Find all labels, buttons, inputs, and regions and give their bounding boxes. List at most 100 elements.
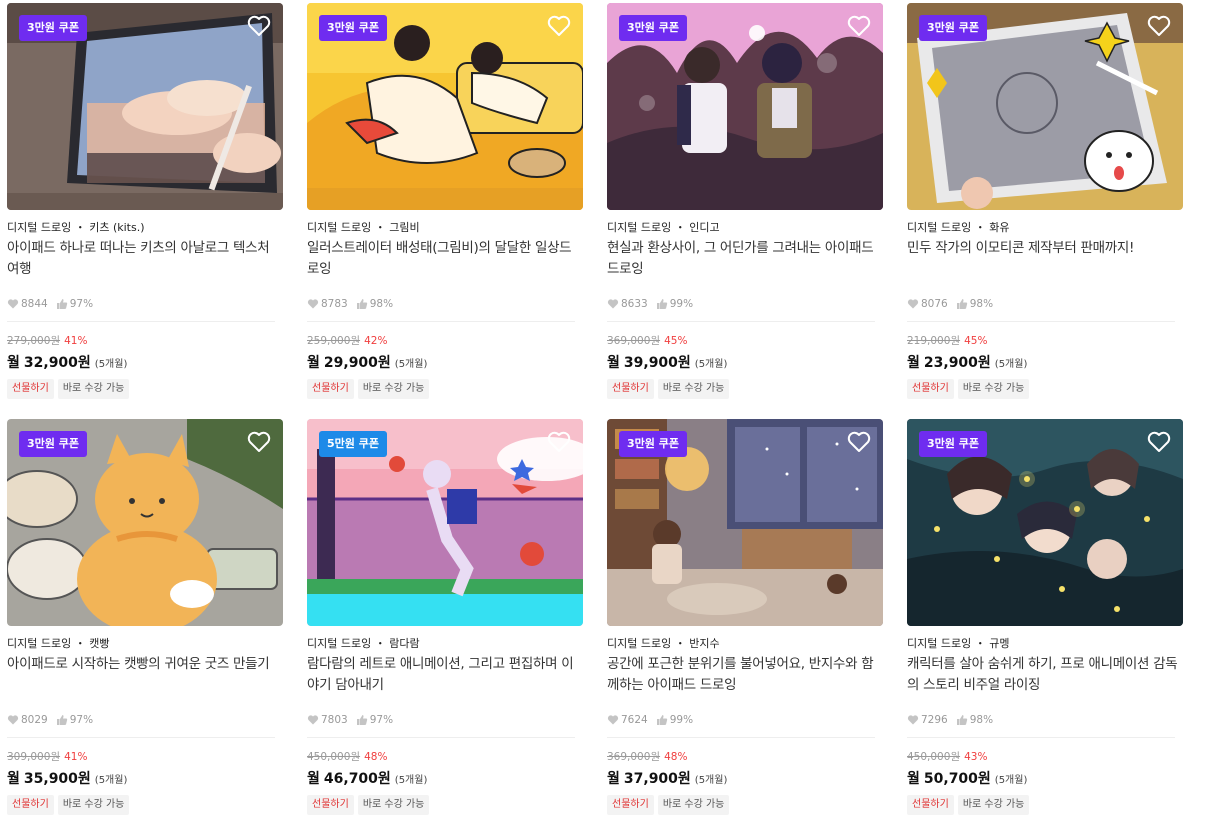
course-card[interactable]: 5만원 쿠폰 디지털 드로잉 ・ 람다람 람다람의 레트로 애니메이션, 그리고… bbox=[307, 419, 583, 819]
price-row: 369,000원 45% bbox=[607, 333, 883, 347]
wishlist-heart-icon[interactable] bbox=[1147, 15, 1171, 37]
course-thumbnail[interactable]: 3만원 쿠폰 bbox=[7, 3, 283, 210]
course-title[interactable]: 캐릭터를 살아 숨쉬게 하기, 프로 애니메이션 감독의 스토리 비주얼 라이징 bbox=[907, 654, 1183, 696]
course-thumbnail[interactable]: 3만원 쿠폰 bbox=[607, 419, 883, 626]
thumbs-up-icon bbox=[656, 714, 668, 726]
course-category: 디지털 드로잉 ・ 규멩 bbox=[907, 637, 1010, 650]
installment-months: (5개월) bbox=[394, 359, 428, 370]
course-title[interactable]: 공간에 포근한 분위기를 불어넣어요, 반지수와 함께하는 아이패드 드로잉 bbox=[607, 654, 883, 696]
price-row: 279,000원 41% bbox=[7, 333, 283, 347]
discount-rate: 48% bbox=[364, 751, 388, 763]
course-title[interactable]: 현실과 환상사이, 그 어딘가를 그려내는 아이패드 드로잉 bbox=[607, 238, 883, 280]
course-thumbnail[interactable]: 3만원 쿠폰 bbox=[907, 3, 1183, 210]
tag-row: 선물하기 바로 수강 가능 bbox=[907, 795, 1183, 815]
monthly-price: 39,900원 bbox=[623, 355, 691, 371]
course-title[interactable]: 아이패드로 시작하는 캣빵의 귀여운 굿즈 만들기 bbox=[7, 654, 283, 696]
wishlist-heart-icon[interactable] bbox=[547, 15, 571, 37]
wishlist-heart-icon[interactable] bbox=[847, 431, 871, 453]
monthly-label: 월 bbox=[307, 355, 320, 371]
likes-count: 8783 bbox=[321, 298, 348, 310]
course-card[interactable]: 3만원 쿠폰 디지털 드로잉 ・ 그림비 일러스트레이터 배성태(그림비)의 달… bbox=[307, 3, 583, 403]
course-card[interactable]: 3만원 쿠폰 디지털 드로잉 ・ 화유 민두 작가의 이모티콘 제작부터 판매까… bbox=[907, 3, 1183, 403]
tag-row: 선물하기 바로 수강 가능 bbox=[7, 795, 283, 815]
instant-access-tag: 바로 수강 가능 bbox=[957, 379, 1030, 399]
rating-percent: 97% bbox=[69, 714, 94, 726]
course-title[interactable]: 일러스트레이터 배성태(그림비)의 달달한 일상드로잉 bbox=[307, 238, 583, 280]
coupon-badge: 3만원 쿠폰 bbox=[319, 15, 387, 41]
instant-access-tag: 바로 수강 가능 bbox=[57, 379, 130, 399]
coupon-badge: 3만원 쿠폰 bbox=[919, 15, 987, 41]
course-category: 디지털 드로잉 ・ 화유 bbox=[907, 221, 1010, 234]
heart-filled-icon bbox=[307, 298, 319, 310]
rating-percent: 98% bbox=[969, 714, 994, 726]
course-stats: 8076 98% bbox=[907, 297, 1183, 311]
heart-filled-icon bbox=[907, 298, 919, 310]
tag-row: 선물하기 바로 수강 가능 bbox=[607, 379, 883, 399]
course-title[interactable]: 민두 작가의 이모티콘 제작부터 판매까지! bbox=[907, 238, 1183, 280]
coupon-badge: 5만원 쿠폰 bbox=[319, 431, 387, 457]
gift-tag[interactable]: 선물하기 bbox=[907, 795, 954, 815]
wishlist-heart-icon[interactable] bbox=[247, 15, 271, 37]
wishlist-heart-icon[interactable] bbox=[847, 15, 871, 37]
discount-rate: 45% bbox=[664, 335, 688, 347]
wishlist-heart-icon[interactable] bbox=[547, 431, 571, 453]
course-category: 디지털 드로잉 ・ 인디고 bbox=[607, 221, 720, 234]
course-stats: 8844 97% bbox=[7, 297, 283, 311]
monthly-price-row: 월 46,700원 (5개월) bbox=[307, 768, 583, 787]
monthly-price: 32,900원 bbox=[23, 355, 91, 371]
monthly-label: 월 bbox=[607, 355, 620, 371]
course-thumbnail[interactable]: 3만원 쿠폰 bbox=[907, 419, 1183, 626]
coupon-badge: 3만원 쿠폰 bbox=[619, 15, 687, 41]
discount-rate: 43% bbox=[964, 751, 988, 763]
installment-months: (5개월) bbox=[994, 775, 1028, 786]
likes-count: 8029 bbox=[21, 714, 48, 726]
gift-tag[interactable]: 선물하기 bbox=[307, 795, 354, 815]
course-title[interactable]: 아이패드 하나로 떠나는 키츠의 아날로그 텍스처 여행 bbox=[7, 238, 283, 280]
monthly-price-row: 월 37,900원 (5개월) bbox=[607, 768, 883, 787]
wishlist-heart-icon[interactable] bbox=[247, 431, 271, 453]
divider bbox=[307, 737, 575, 738]
course-thumbnail[interactable]: 3만원 쿠폰 bbox=[307, 3, 583, 210]
gift-tag[interactable]: 선물하기 bbox=[607, 795, 654, 815]
heart-filled-icon bbox=[7, 298, 19, 310]
gift-tag[interactable]: 선물하기 bbox=[907, 379, 954, 399]
tag-row: 선물하기 바로 수강 가능 bbox=[907, 379, 1183, 399]
likes-count: 8844 bbox=[21, 298, 48, 310]
monthly-label: 월 bbox=[7, 355, 20, 371]
course-thumbnail[interactable]: 5만원 쿠폰 bbox=[307, 419, 583, 626]
course-stats: 7296 98% bbox=[907, 713, 1183, 727]
thumbs-up-icon bbox=[356, 298, 368, 310]
tag-row: 선물하기 바로 수강 가능 bbox=[307, 379, 583, 399]
course-card[interactable]: 3만원 쿠폰 디지털 드로잉 ・ 반지수 공간에 포근한 분위기를 불어넣어요,… bbox=[607, 419, 883, 819]
monthly-label: 월 bbox=[7, 771, 20, 787]
course-category: 디지털 드로잉 ・ 반지수 bbox=[607, 637, 720, 650]
installment-months: (5개월) bbox=[694, 775, 728, 786]
gift-tag[interactable]: 선물하기 bbox=[607, 379, 654, 399]
thumbs-up-icon bbox=[56, 298, 68, 310]
course-card[interactable]: 3만원 쿠폰 디지털 드로잉 ・ 인디고 현실과 환상사이, 그 어딘가를 그려… bbox=[607, 3, 883, 403]
course-stats: 8783 98% bbox=[307, 297, 583, 311]
discount-rate: 42% bbox=[364, 335, 388, 347]
monthly-price-row: 월 32,900원 (5개월) bbox=[7, 352, 283, 371]
gift-tag[interactable]: 선물하기 bbox=[7, 795, 54, 815]
discount-rate: 45% bbox=[964, 335, 988, 347]
thumbs-up-icon bbox=[656, 298, 668, 310]
gift-tag[interactable]: 선물하기 bbox=[7, 379, 54, 399]
original-price: 219,000원 bbox=[907, 335, 961, 347]
installment-months: (5개월) bbox=[994, 359, 1028, 370]
divider bbox=[907, 321, 1175, 322]
monthly-price: 46,700원 bbox=[323, 771, 391, 787]
divider bbox=[907, 737, 1175, 738]
course-card[interactable]: 3만원 쿠폰 디지털 드로잉 ・ 캣빵 아이패드로 시작하는 캣빵의 귀여운 굿… bbox=[7, 419, 283, 819]
heart-filled-icon bbox=[607, 714, 619, 726]
installment-months: (5개월) bbox=[94, 359, 128, 370]
course-thumbnail[interactable]: 3만원 쿠폰 bbox=[7, 419, 283, 626]
divider bbox=[607, 321, 875, 322]
course-thumbnail[interactable]: 3만원 쿠폰 bbox=[607, 3, 883, 210]
course-card[interactable]: 3만원 쿠폰 디지털 드로잉 ・ 키츠 (kits.) 아이패드 하나로 떠나는… bbox=[7, 3, 283, 403]
wishlist-heart-icon[interactable] bbox=[1147, 431, 1171, 453]
course-title[interactable]: 람다람의 레트로 애니메이션, 그리고 편집하며 이야기 담아내기 bbox=[307, 654, 583, 696]
course-card[interactable]: 3만원 쿠폰 디지털 드로잉 ・ 규멩 캐릭터를 살아 숨쉬게 하기, 프로 애… bbox=[907, 419, 1183, 819]
heart-filled-icon bbox=[307, 714, 319, 726]
gift-tag[interactable]: 선물하기 bbox=[307, 379, 354, 399]
